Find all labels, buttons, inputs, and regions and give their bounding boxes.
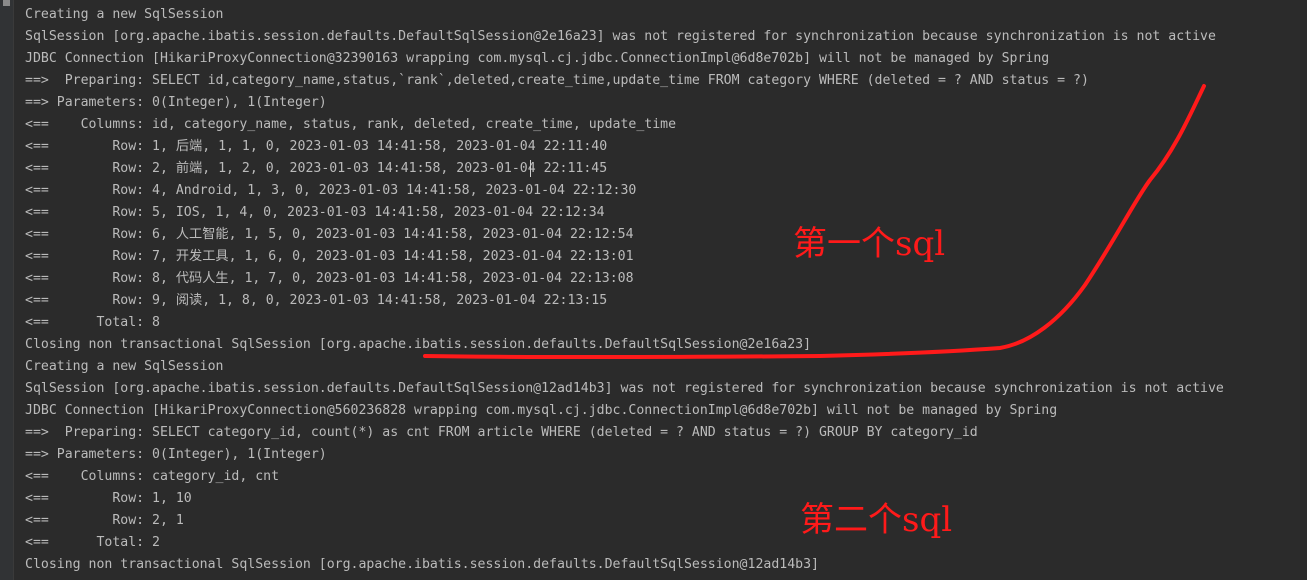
gutter-marker: [3, 0, 10, 6]
log-lines: Creating a new SqlSession SqlSession [or…: [25, 4, 1224, 576]
log-line: <== Row: 4, Android, 1, 3, 0, 2023-01-03…: [25, 183, 637, 198]
log-line: Closing non transactional SqlSession [or…: [25, 557, 819, 572]
console-gutter: [0, 0, 14, 580]
log-line: JDBC Connection [HikariProxyConnection@5…: [25, 403, 1058, 418]
log-line: SqlSession [org.apache.ibatis.session.de…: [25, 29, 1216, 44]
log-line: <== Total: 8: [25, 315, 160, 330]
annotation-second-sql: 第二个sql: [800, 500, 953, 540]
log-line: <== Row: 2, 1: [25, 513, 184, 528]
log-line: <== Row: 1, 10: [25, 491, 192, 506]
log-line: ==> Parameters: 0(Integer), 1(Integer): [25, 95, 327, 110]
log-line: Closing non transactional SqlSession [or…: [25, 337, 812, 352]
log-line: <== Columns: id, category_name, status, …: [25, 117, 677, 132]
log-line: ==> Preparing: SELECT id,category_name,s…: [25, 73, 1089, 88]
log-line: <== Row: 1, 后端, 1, 1, 0, 2023-01-03 14:4…: [25, 139, 608, 154]
log-line: Creating a new SqlSession: [25, 7, 224, 22]
log-line: SqlSession [org.apache.ibatis.session.de…: [25, 381, 1224, 396]
log-line: ==> Parameters: 0(Integer), 1(Integer): [25, 447, 327, 462]
log-line: <== Row: 7, 开发工具, 1, 6, 0, 2023-01-03 14…: [25, 249, 634, 264]
log-line: <== Row: 9, 阅读, 1, 8, 0, 2023-01-03 14:4…: [25, 293, 608, 308]
log-line: <== Row: 2, 前端, 1, 2, 0, 2023-01-03 14:4…: [25, 161, 608, 176]
log-line: <== Total: 2: [25, 535, 160, 550]
log-line: Creating a new SqlSession: [25, 359, 224, 374]
console-output: Creating a new SqlSession SqlSession [or…: [0, 0, 1307, 580]
log-line: <== Row: 8, 代码人生, 1, 7, 0, 2023-01-03 14…: [25, 271, 634, 286]
text-cursor: [530, 160, 531, 177]
log-line: <== Row: 5, IOS, 1, 4, 0, 2023-01-03 14:…: [25, 205, 605, 220]
log-line: JDBC Connection [HikariProxyConnection@3…: [25, 51, 1050, 66]
log-line: ==> Preparing: SELECT category_id, count…: [25, 425, 978, 440]
annotation-first-sql: 第一个sql: [793, 224, 946, 264]
log-line: <== Row: 6, 人工智能, 1, 5, 0, 2023-01-03 14…: [25, 227, 634, 242]
log-line: <== Columns: category_id, cnt: [25, 469, 280, 484]
